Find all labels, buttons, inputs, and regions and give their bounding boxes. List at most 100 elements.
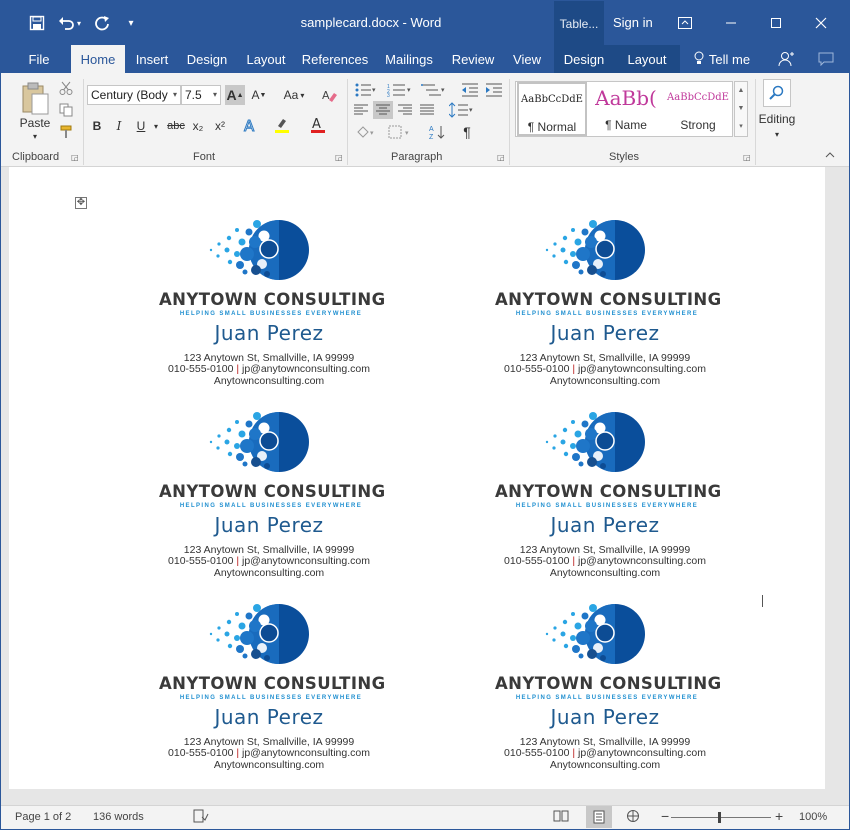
zoom-slider[interactable] (671, 817, 771, 818)
subscript-button[interactable]: x₂ (189, 117, 207, 135)
underline-dropdown-icon[interactable]: ▾ (151, 117, 161, 135)
customize-qat-icon[interactable]: ▾ (119, 11, 143, 35)
strikethrough-button[interactable]: abc (165, 117, 187, 135)
text-effects-icon[interactable]: A (241, 115, 261, 135)
paste-icon[interactable] (17, 79, 53, 119)
print-layout-icon[interactable] (586, 806, 612, 828)
tab-layout[interactable]: Layout (239, 45, 293, 73)
justify-icon[interactable] (417, 101, 437, 119)
styles-scroll-up-icon[interactable]: ▲ (735, 82, 747, 100)
styles-launcher-icon[interactable]: ◲ (743, 153, 751, 162)
paragraph-launcher-icon[interactable]: ◲ (497, 153, 505, 162)
paste-dropdown-icon[interactable]: ▾ (29, 131, 41, 141)
decrease-indent-icon[interactable] (459, 81, 481, 99)
highlight-color-icon[interactable] (271, 115, 293, 135)
find-icon[interactable] (763, 79, 791, 107)
business-card[interactable]: ANYTOWN CONSULTING HELPING SMALL BUSINES… (159, 598, 399, 778)
bullets-icon[interactable]: ▾ (353, 81, 379, 99)
tab-references[interactable]: References (299, 45, 371, 73)
shrink-font-icon[interactable]: A ▼ (249, 85, 269, 105)
tab-review[interactable]: Review (447, 45, 499, 73)
line-spacing-icon[interactable]: ▾ (447, 101, 477, 119)
document-page[interactable]: ✥ ANYTOWN CONSULTING HELPING SMALL BUSIN… (9, 167, 825, 789)
format-painter-icon[interactable] (57, 123, 75, 141)
tab-mailings[interactable]: Mailings (377, 45, 441, 73)
align-right-icon[interactable] (395, 101, 415, 119)
style-name[interactable]: AaBb( ¶ Name (590, 82, 662, 136)
editing-button[interactable]: Editing (753, 111, 801, 127)
show-formatting-marks-button[interactable]: ¶ (457, 123, 477, 141)
tab-table-design[interactable]: Design (554, 45, 614, 73)
page-count[interactable]: Page 1 of 2 (15, 811, 71, 823)
italic-button[interactable]: I (111, 117, 127, 135)
grow-font-icon[interactable]: A ▲ (225, 85, 245, 105)
tab-insert[interactable]: Insert (129, 45, 175, 73)
multilevel-list-icon[interactable]: ▾ (419, 81, 449, 99)
underline-button[interactable]: U (133, 117, 149, 135)
business-card[interactable]: ANYTOWN CONSULTING HELPING SMALL BUSINES… (159, 214, 399, 394)
sign-in-link[interactable]: Sign in (613, 15, 653, 30)
style-normal[interactable]: AaBbCcDdE ¶ Normal (517, 82, 587, 136)
increase-indent-icon[interactable] (483, 81, 505, 99)
font-name-combo[interactable]: Century (Body ▾ (87, 85, 181, 105)
maximize-icon[interactable] (762, 9, 790, 37)
svg-text:▾: ▾ (469, 107, 473, 114)
superscript-button[interactable]: x² (211, 117, 229, 135)
table-move-handle-icon[interactable]: ✥ (75, 197, 87, 209)
copy-icon[interactable] (57, 101, 75, 119)
cut-icon[interactable] (57, 79, 75, 97)
redo-icon[interactable] (90, 11, 114, 35)
collapse-ribbon-icon[interactable] (823, 149, 837, 161)
web-layout-icon[interactable] (625, 809, 641, 826)
email-address: jp@anytownconsulting.com (577, 747, 706, 759)
svg-text:▾: ▾ (372, 87, 376, 94)
zoom-slider-thumb[interactable] (718, 812, 721, 823)
business-card[interactable]: ANYTOWN CONSULTING HELPING SMALL BUSINES… (495, 406, 735, 586)
tab-file[interactable]: File (19, 45, 59, 73)
align-center-icon[interactable] (373, 101, 393, 119)
zoom-in-button[interactable]: + (775, 808, 783, 824)
undo-dropdown-icon[interactable]: ▾ (73, 11, 85, 35)
borders-icon[interactable]: ▾ (385, 123, 415, 141)
clipboard-launcher-icon[interactable]: ◲ (71, 153, 79, 162)
font-launcher-icon[interactable]: ◲ (335, 153, 343, 162)
tab-view[interactable]: View (505, 45, 549, 73)
zoom-out-button[interactable]: − (661, 808, 669, 824)
tell-me-search[interactable]: Tell me (687, 45, 757, 73)
change-case-button[interactable]: Aa ▾ (279, 85, 309, 105)
tab-home[interactable]: Home (71, 45, 125, 73)
numbering-icon[interactable]: 1 2 3 ▾ (385, 81, 415, 99)
close-icon[interactable] (807, 9, 835, 37)
word-count[interactable]: 136 words (93, 811, 144, 823)
business-card[interactable]: ANYTOWN CONSULTING HELPING SMALL BUSINES… (495, 214, 735, 394)
font-size-dropdown-icon[interactable]: ▾ (213, 86, 217, 104)
styles-scroll-down-icon[interactable]: ▼ (735, 100, 747, 118)
business-card[interactable]: ANYTOWN CONSULTING HELPING SMALL BUSINES… (495, 598, 735, 778)
read-mode-icon[interactable] (553, 809, 569, 826)
share-icon[interactable] (771, 45, 801, 73)
editing-dropdown-icon[interactable]: ▾ (771, 129, 783, 139)
tab-table-layout[interactable]: Layout (614, 45, 680, 73)
sort-icon[interactable]: AZ (427, 123, 447, 141)
styles-more-icon[interactable]: ▾ (735, 118, 747, 136)
font-name-dropdown-icon[interactable]: ▾ (173, 86, 177, 104)
zoom-level[interactable]: 100% (799, 811, 827, 823)
align-left-icon[interactable] (351, 101, 371, 119)
proofing-icon[interactable] (193, 809, 209, 826)
website: Anytownconsulting.com (549, 567, 661, 579)
minimize-icon[interactable] (717, 9, 745, 37)
clear-formatting-icon[interactable]: A (319, 85, 339, 105)
bold-button[interactable]: B (89, 117, 105, 135)
ribbon-display-options-icon[interactable] (671, 9, 699, 37)
company-name: ANYTOWN CONSULTING (495, 290, 722, 309)
save-icon[interactable] (25, 11, 49, 35)
paste-button[interactable]: Paste (15, 115, 55, 131)
vertical-scrollbar[interactable] (827, 167, 849, 805)
style-strong[interactable]: AaBbCcDdE Strong (662, 82, 734, 136)
font-color-icon[interactable]: A (307, 115, 329, 135)
font-size-combo[interactable]: 7.5 ▾ (181, 85, 221, 105)
shading-icon[interactable]: ▾ (353, 123, 379, 141)
comments-icon[interactable] (811, 45, 841, 73)
business-card[interactable]: ANYTOWN CONSULTING HELPING SMALL BUSINES… (159, 406, 399, 586)
tab-design[interactable]: Design (181, 45, 233, 73)
